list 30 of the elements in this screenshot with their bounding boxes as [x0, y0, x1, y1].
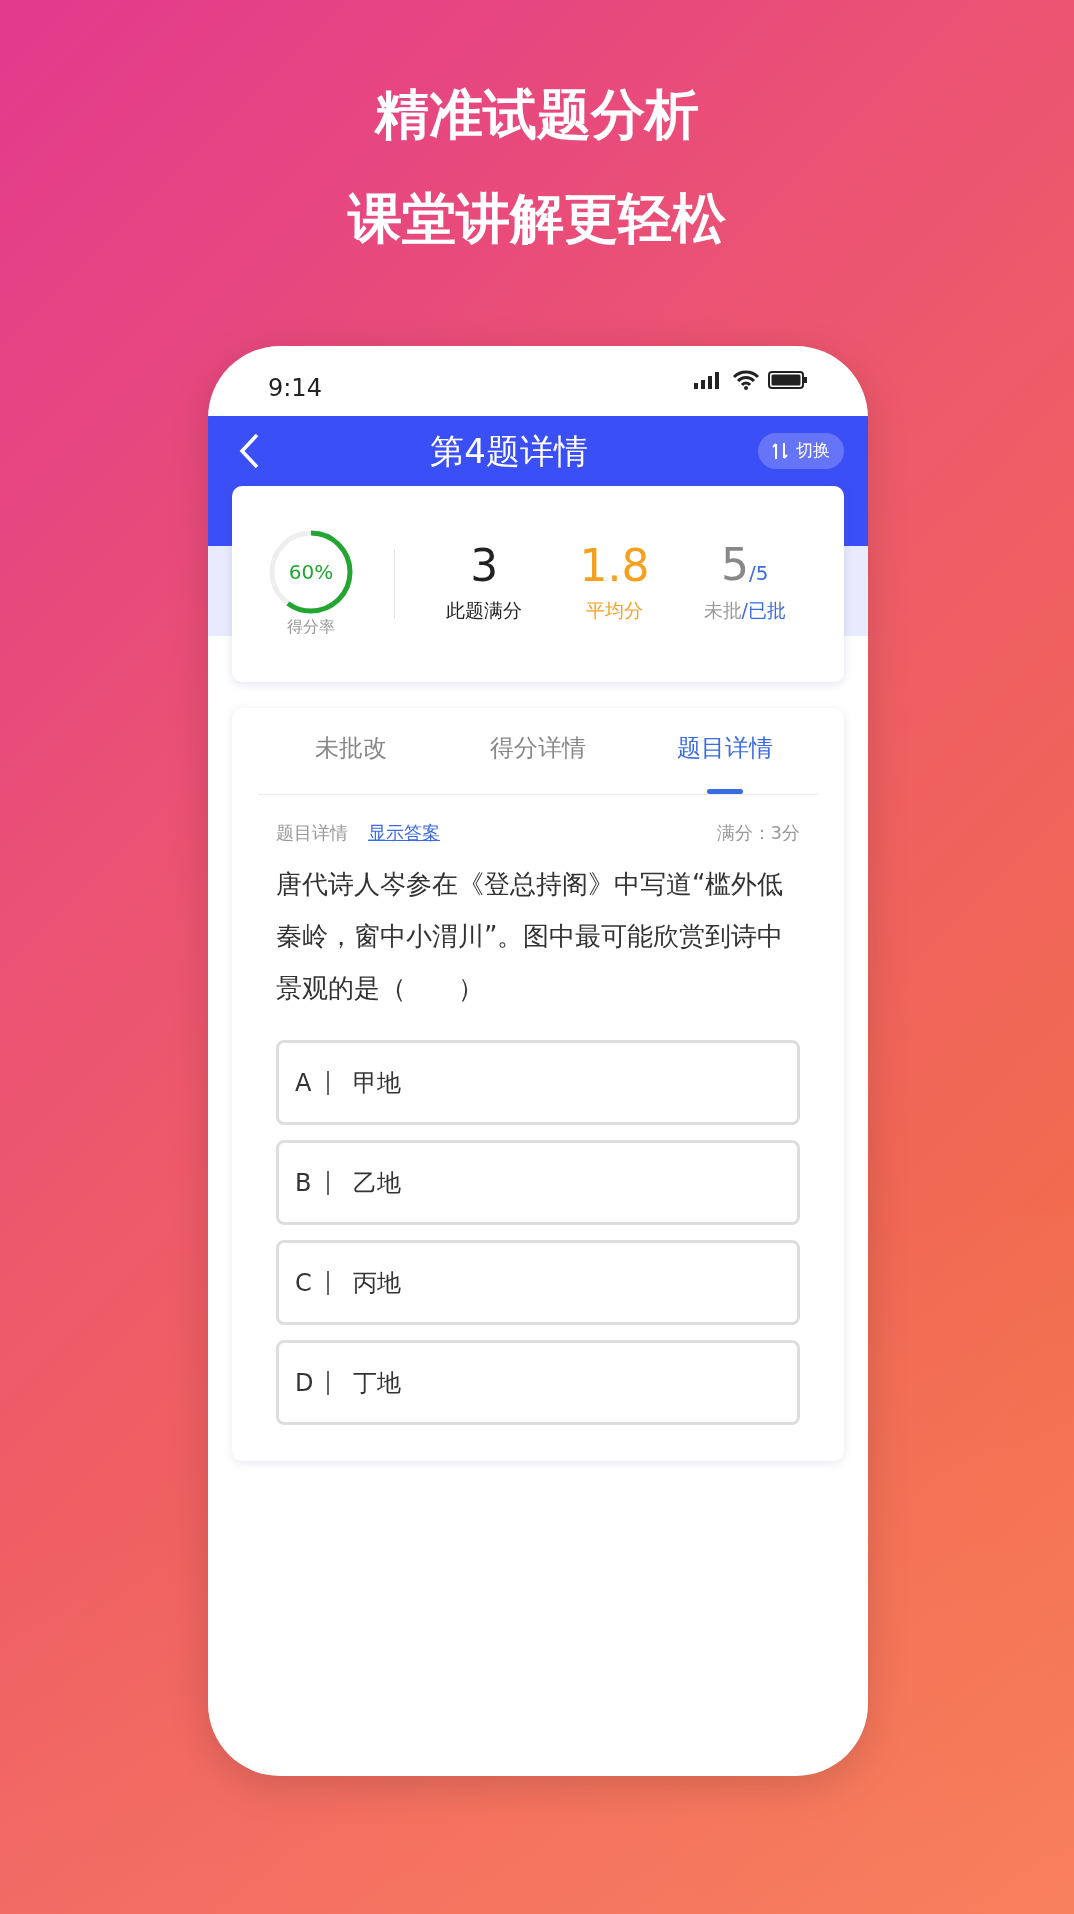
marked-label: /已批 [741, 598, 786, 624]
unmarked-label: 未批 [703, 598, 742, 624]
unmarked-count: 5 [721, 543, 750, 588]
show-answer-link[interactable]: 显示答案 [368, 819, 440, 846]
full-score-value: 3 [470, 543, 499, 588]
answer-option[interactable]: B 乙地 [276, 1140, 800, 1225]
wifi-icon [732, 370, 760, 390]
battery-icon [768, 371, 808, 389]
average-label: 平均分 [586, 597, 643, 623]
score-rate-value: 60% [287, 559, 335, 586]
headline: 课堂讲解更轻松 [348, 192, 726, 246]
answer-option[interactable]: D 丁地 [276, 1340, 800, 1425]
page-title: 第4题详情 [430, 429, 588, 473]
back-icon[interactable] [238, 432, 260, 470]
marked-count: /5 [749, 560, 769, 588]
switch-button[interactable]: 切换 [758, 433, 844, 469]
full-marks-text: 满分：3分 [716, 821, 800, 845]
question-text: 唐代诗人岑参在《登总持阁》中写道“槛外低秦岭，窗中小渭川”。图中最可能欣赏到诗中景观的是（ ） [275, 868, 785, 1005]
average-value: 1.8 [579, 543, 650, 588]
status-time: 9:14 [268, 373, 322, 404]
tab[interactable]: 未批改 [258, 708, 445, 794]
swap-icon [772, 442, 788, 460]
tab[interactable]: 得分详情 [444, 708, 632, 794]
answer-option[interactable]: A 甲地 [276, 1040, 800, 1125]
section-label: 题目详情 [276, 821, 348, 845]
headline: 精准试题分析 [375, 88, 699, 142]
score-rate-label: 得分率 [287, 616, 335, 638]
answer-option[interactable]: C 丙地 [276, 1240, 800, 1325]
full-score-label: 此题满分 [446, 597, 523, 623]
tab[interactable]: 题目详情 [631, 708, 818, 794]
